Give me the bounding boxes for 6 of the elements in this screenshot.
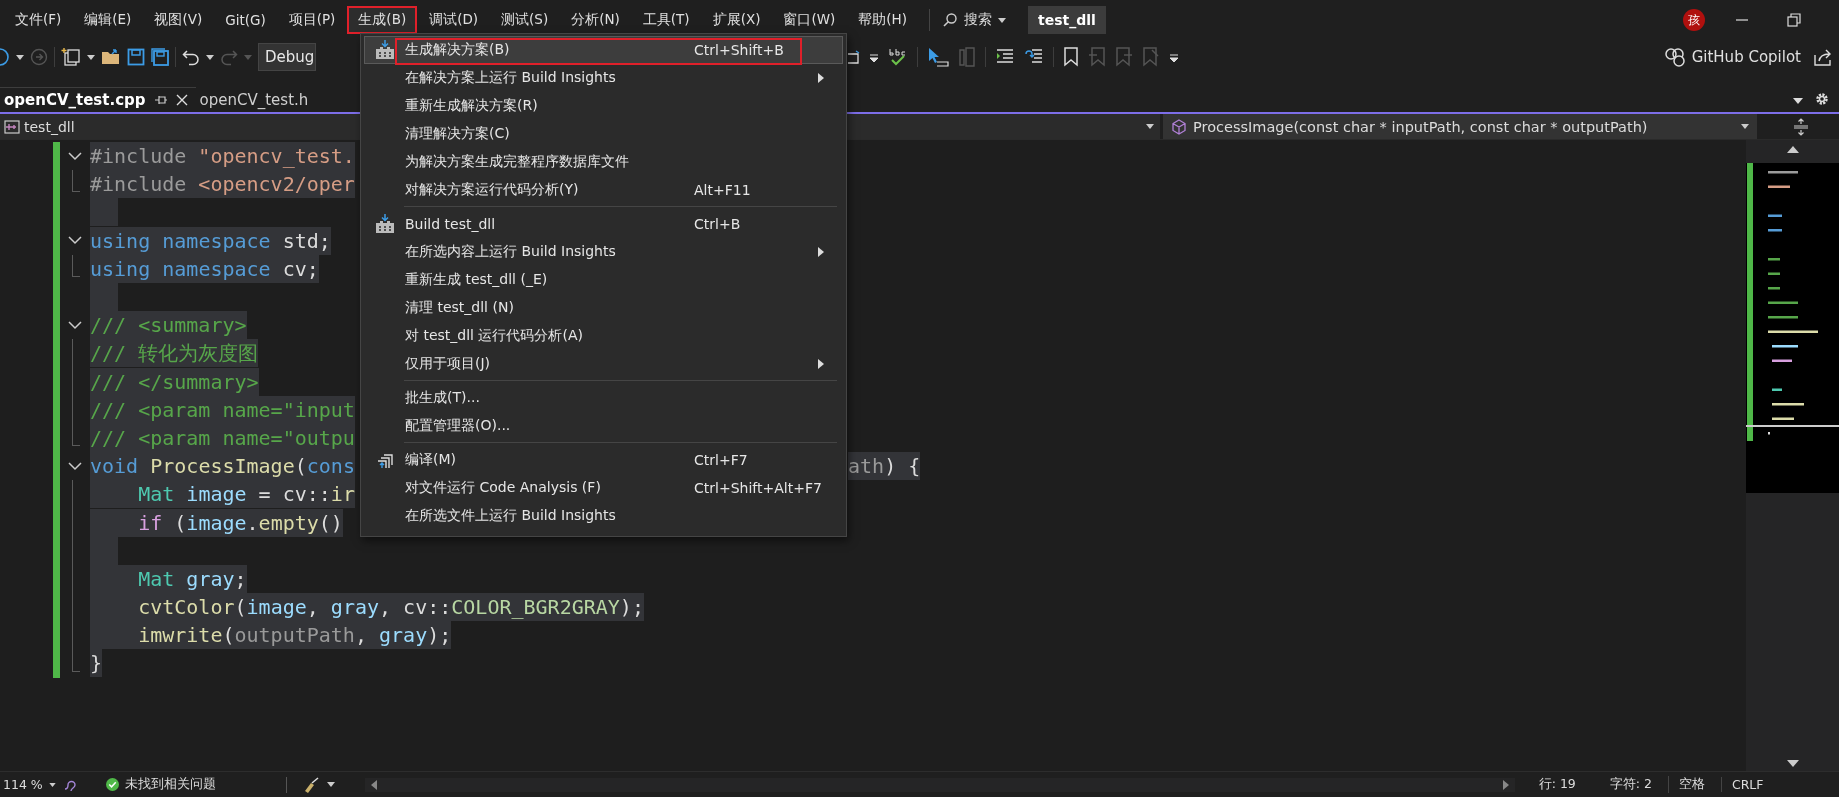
keyboard-shortcut: Ctrl+Shift+B [694,42,784,58]
keyboard-shortcut: Alt+F11 [694,182,751,198]
keyboard-shortcut: Ctrl+F7 [694,452,748,468]
keyboard-shortcut: Ctrl+Shift+Alt+F7 [694,480,822,496]
keyboard-shortcut: Ctrl+B [694,216,741,232]
solution-name: test_dll [1028,6,1106,34]
